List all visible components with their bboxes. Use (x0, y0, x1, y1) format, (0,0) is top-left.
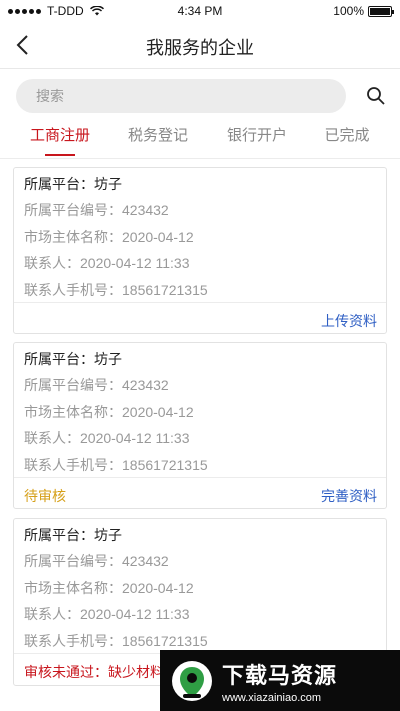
entity-name: 市场主体名称：2020-04-12 (24, 580, 194, 596)
contact-person: 联系人：2020-04-12 11:33 (24, 606, 190, 622)
upload-materials-button[interactable]: 上传资料 (321, 311, 377, 331)
platform-number: 所属平台编号：423432 (24, 553, 169, 569)
tabs-divider (0, 158, 400, 159)
card-divider (14, 477, 386, 478)
search-input[interactable] (16, 79, 346, 113)
platform-label: 所属平台：坊子 (24, 351, 122, 367)
entity-name: 市场主体名称：2020-04-12 (24, 229, 194, 245)
contact-phone: 联系人手机号：18561721315 (24, 633, 208, 649)
status-rejected: 审核未通过：缺少材料 (24, 664, 164, 680)
platform-number: 所属平台编号：423432 (24, 202, 169, 218)
nav-bar: 我服务的企业 (0, 22, 400, 68)
contact-person: 联系人：2020-04-12 11:33 (24, 255, 190, 271)
platform-label: 所属平台：坊子 (24, 527, 122, 543)
contact-phone: 联系人手机号：18561721315 (24, 282, 208, 298)
platform-label: 所属平台：坊子 (24, 176, 122, 192)
tab-bar: 工商注册 税务登记 银行开户 已完成 (0, 118, 400, 158)
status-pending-review: 待审核 (24, 488, 66, 504)
tab-completed[interactable]: 已完成 (307, 124, 387, 145)
platform-number: 所属平台编号：423432 (24, 377, 169, 393)
search-icon[interactable] (366, 86, 386, 106)
status-bar: T-DDD 4:34 PM 100% (0, 0, 400, 22)
complete-materials-button[interactable]: 完善资料 (321, 486, 377, 506)
contact-phone: 联系人手机号：18561721315 (24, 457, 208, 473)
tab-business-registration[interactable]: 工商注册 (20, 124, 100, 145)
watermark-title: 下载马资源 (222, 662, 338, 688)
enterprise-card[interactable]: 所属平台：坊子 所属平台编号：423432 市场主体名称：2020-04-12 … (13, 342, 387, 509)
status-right: 100% (333, 4, 394, 18)
watermark-logo-icon (172, 660, 212, 701)
watermark-banner: 下载马资源 www.xiazainiao.com (160, 650, 400, 711)
card-divider (14, 302, 386, 303)
battery-percent: 100% (333, 4, 364, 18)
tab-bank-account[interactable]: 银行开户 (217, 124, 297, 145)
contact-person: 联系人：2020-04-12 11:33 (24, 430, 190, 446)
watermark-text: 下载马资源 www.xiazainiao.com (222, 658, 337, 704)
nav-divider (0, 68, 400, 69)
page-title: 我服务的企业 (146, 38, 254, 58)
watermark-url: www.xiazainiao.com (222, 691, 322, 704)
battery-icon (368, 5, 394, 17)
tab-tax-registration[interactable]: 税务登记 (118, 124, 198, 145)
entity-name: 市场主体名称：2020-04-12 (24, 404, 194, 420)
active-tab-indicator (45, 154, 75, 156)
enterprise-card[interactable]: 所属平台：坊子 所属平台编号：423432 市场主体名称：2020-04-12 … (13, 167, 387, 334)
